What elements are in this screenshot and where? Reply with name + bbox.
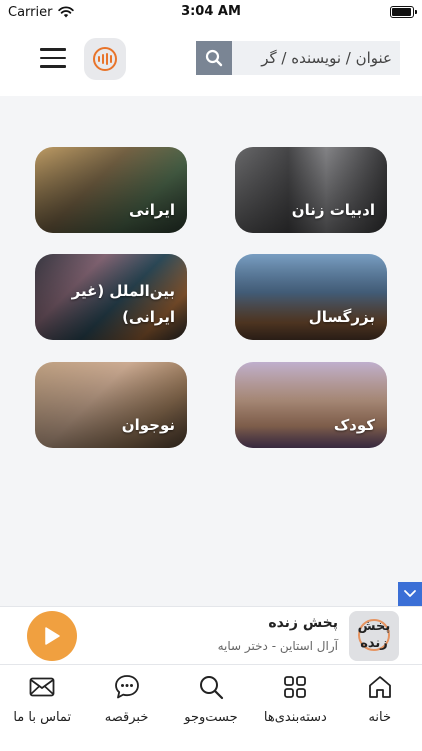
search-input[interactable] bbox=[232, 41, 400, 75]
tab-label: دسته‌بندی‌ها bbox=[263, 710, 327, 725]
category-card-international[interactable]: بین‌الملل (غیر ایرانی) bbox=[35, 254, 187, 340]
tab-label: تماس با ما bbox=[13, 710, 72, 725]
home-icon bbox=[368, 676, 391, 698]
tab-story-news[interactable]: خبرقصه bbox=[84, 665, 168, 751]
chevron-down-icon bbox=[404, 590, 416, 597]
play-button[interactable] bbox=[27, 611, 77, 661]
tab-contact[interactable]: تماس با ما bbox=[0, 665, 84, 751]
tab-label: خبرقصه bbox=[104, 710, 149, 725]
grid-icon bbox=[284, 676, 307, 698]
category-label: بین‌الملل (غیر ایرانی) bbox=[71, 282, 175, 326]
mini-player[interactable]: پخش زنده آرال استاین - دختر سایه پخش زند… bbox=[0, 606, 422, 665]
player-subtitle: آرال استاین - دختر سایه bbox=[217, 639, 338, 653]
tab-home[interactable]: خانه bbox=[338, 665, 422, 751]
status-time: 3:04 AM bbox=[181, 4, 241, 19]
app-header bbox=[0, 24, 422, 96]
live-radio-button[interactable] bbox=[84, 38, 126, 80]
category-card-women[interactable]: ادبیات زنان bbox=[235, 147, 387, 233]
battery-icon bbox=[390, 6, 417, 18]
radio-wave-icon bbox=[93, 47, 117, 71]
mail-icon bbox=[29, 677, 55, 697]
category-card-adult[interactable]: بزرگسال bbox=[235, 254, 387, 340]
tab-search[interactable]: جست‌وجو bbox=[169, 665, 253, 751]
play-icon bbox=[45, 627, 60, 645]
status-bar: Carrier 3:04 AM bbox=[0, 0, 422, 24]
category-card-iranian[interactable]: ایرانی bbox=[35, 147, 187, 233]
hamburger-menu-button[interactable] bbox=[40, 48, 66, 68]
category-label: ادبیات زنان bbox=[291, 201, 375, 219]
category-label: ایرانی bbox=[128, 201, 175, 219]
player-title: پخش زنده bbox=[268, 615, 338, 631]
scroll-down-button[interactable] bbox=[398, 582, 422, 606]
player-cover-logo: پخش زنده bbox=[349, 611, 399, 661]
search-bar bbox=[196, 41, 400, 75]
chat-icon bbox=[114, 675, 139, 699]
category-label: بزرگسال bbox=[308, 308, 375, 326]
cover-text: پخش زنده bbox=[357, 619, 391, 651]
category-card-teen[interactable]: نوجوان bbox=[35, 362, 187, 448]
tab-label: جست‌وجو bbox=[184, 710, 238, 725]
category-label: نوجوان bbox=[121, 416, 175, 434]
search-icon bbox=[199, 676, 224, 700]
category-grid: ادبیات زنان ایرانی بزرگسال بین‌الملل (غی… bbox=[0, 96, 422, 606]
bottom-tab-bar: تماس با ما خبرقصه جست‌وجو bbox=[0, 664, 422, 751]
category-card-kids[interactable]: کودک bbox=[235, 362, 387, 448]
search-icon bbox=[205, 49, 223, 67]
category-label: کودک bbox=[333, 416, 375, 434]
tab-categories[interactable]: دسته‌بندی‌ها bbox=[253, 665, 337, 751]
tab-label: خانه bbox=[368, 710, 392, 725]
search-button[interactable] bbox=[196, 41, 232, 75]
